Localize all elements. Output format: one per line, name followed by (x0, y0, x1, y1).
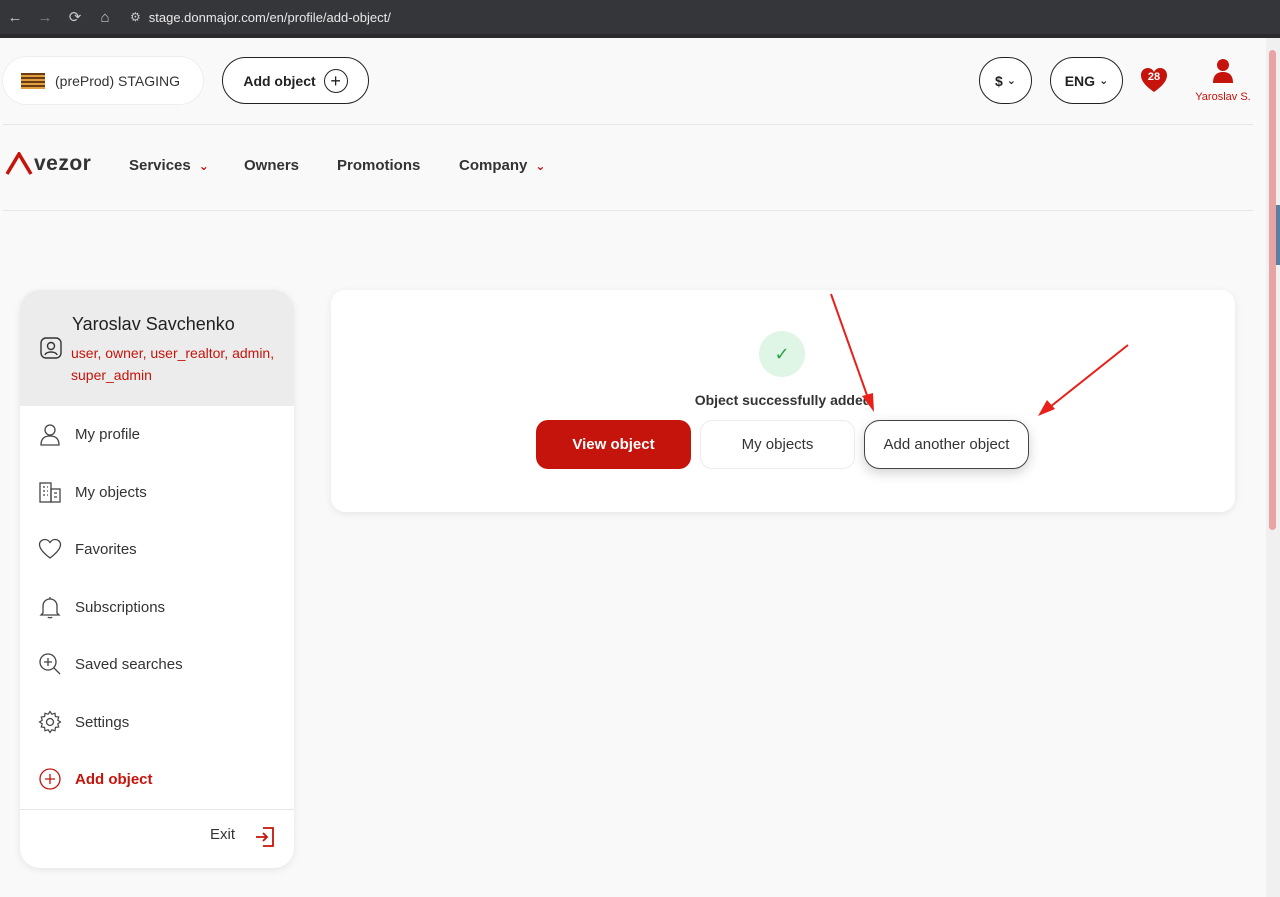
add-another-object-button[interactable]: Add another object (864, 420, 1029, 469)
nav-company[interactable]: Company ⌄ (459, 157, 545, 174)
currency-select[interactable]: $ ⌄ (979, 57, 1032, 104)
favorites-heart-button[interactable]: 28 (1140, 67, 1168, 93)
home-icon[interactable]: ⌂ (90, 9, 120, 26)
sidebar-item-label: Saved searches (75, 655, 183, 673)
exit-icon[interactable] (254, 826, 276, 848)
browser-divider (0, 34, 1280, 38)
heart-icon (38, 538, 62, 559)
profile-sidebar: Yaroslav Savchenko user, owner, user_rea… (20, 290, 294, 868)
environment-label: (preProd) STAGING (55, 72, 180, 89)
user-short-name: Yaroslav S. (1195, 91, 1251, 103)
address-bar[interactable]: stage.donmajor.com/en/profile/add-object… (149, 10, 391, 25)
sidebar-item-label: My objects (75, 483, 147, 501)
success-card: ✓ Object successfully added View object … (331, 290, 1235, 512)
bell-icon (39, 597, 61, 619)
person-icon (40, 424, 60, 446)
back-icon[interactable]: ← (0, 9, 30, 26)
header-divider (3, 124, 1253, 125)
view-object-button[interactable]: View object (536, 420, 691, 469)
exit-label[interactable]: Exit (210, 826, 235, 843)
sidebar-item-label: Add object (75, 770, 153, 788)
sidebar-item-my-objects[interactable]: My objects (20, 472, 294, 512)
nav-divider (3, 210, 1253, 211)
logo-text: vezor (34, 152, 92, 175)
sidebar-divider (20, 809, 294, 810)
site-settings-icon[interactable]: ⚙ (130, 10, 141, 24)
nav-owners[interactable]: Owners (244, 157, 299, 174)
add-object-header-label: Add object (243, 72, 316, 89)
sidebar-item-label: Favorites (75, 540, 137, 558)
nav-owners-label: Owners (244, 157, 300, 174)
add-object-header-button[interactable]: Add object + (222, 57, 369, 104)
sidebar-item-saved-searches[interactable]: Saved searches (20, 644, 294, 684)
success-message: Object successfully added (694, 392, 872, 408)
sidebar-item-label: My profile (75, 425, 141, 443)
forward-icon[interactable]: → (30, 9, 60, 26)
plus-circle-icon (39, 768, 61, 790)
nav-services[interactable]: Services ⌄ (129, 157, 209, 174)
sidebar-item-add-object[interactable]: Add object (20, 759, 294, 799)
building-icon (39, 482, 61, 503)
language-label: ENG (1064, 72, 1096, 89)
check-icon: ✓ (759, 331, 805, 377)
currency-label: $ (994, 72, 1003, 89)
profile-roles: user, owner, user_realtor, admin, super_… (71, 345, 275, 383)
reload-icon[interactable]: ⟳ (60, 8, 90, 26)
sidebar-item-my-profile[interactable]: My profile (20, 414, 294, 454)
user-icon (1213, 59, 1233, 83)
logo-mark-icon (5, 152, 33, 175)
window-edge (1276, 205, 1280, 265)
plus-icon: + (323, 68, 348, 93)
nav-services-label: Services (129, 157, 191, 174)
nav-promotions[interactable]: Promotions (337, 157, 420, 174)
my-objects-button[interactable]: My objects (700, 420, 855, 469)
sidebar-item-subscriptions[interactable]: Subscriptions (20, 587, 294, 627)
sidebar-item-label: Subscriptions (75, 598, 166, 616)
chevron-down-icon: ⌄ (1006, 75, 1016, 87)
environment-badge[interactable]: (preProd) STAGING (3, 57, 203, 104)
chevron-down-icon: ⌄ (198, 158, 209, 173)
browser-toolbar: ← → ⟳ ⌂ ⚙ stage.donmajor.com/en/profile/… (0, 0, 1280, 34)
site-logo[interactable]: vezor (5, 150, 91, 178)
chevron-down-icon: ⌄ (1099, 75, 1109, 87)
gear-icon (38, 710, 62, 734)
language-select[interactable]: ENG ⌄ (1050, 57, 1123, 104)
sidebar-item-settings[interactable]: Settings (20, 702, 294, 742)
flag-icon (21, 72, 45, 89)
favorites-count: 28 (1147, 71, 1161, 83)
chevron-down-icon: ⌄ (535, 158, 546, 173)
profile-user-name: Yaroslav Savchenko (72, 314, 235, 334)
zoom-plus-icon (39, 653, 61, 675)
nav-company-label: Company (459, 157, 528, 174)
user-menu[interactable]: Yaroslav S. (1190, 58, 1256, 103)
nav-promotions-label: Promotions (337, 157, 421, 174)
sidebar-item-label: Settings (75, 713, 130, 731)
id-badge-icon (40, 337, 62, 364)
scrollbar-thumb[interactable] (1269, 50, 1276, 530)
sidebar-item-favorites[interactable]: Favorites (20, 529, 294, 569)
